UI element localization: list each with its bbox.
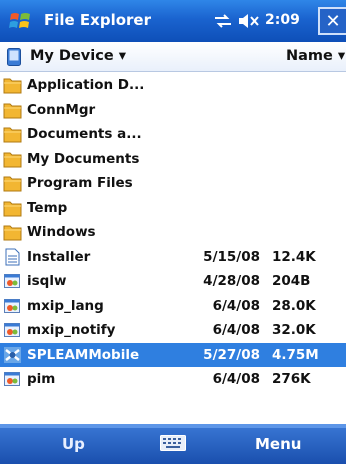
folder-row[interactable]: My Documents <box>0 147 346 172</box>
folder-row[interactable]: Documents a... <box>0 122 346 147</box>
file-name: pim <box>27 371 56 387</box>
file-name: Application D... <box>27 77 145 93</box>
file-name: ConnMgr <box>27 101 96 118</box>
file-row[interactable]: pim 6/4/08 276K <box>0 367 346 392</box>
clock[interactable]: 2:09 <box>265 12 300 28</box>
folder-row[interactable]: Temp <box>0 196 346 221</box>
file-date: 5/15/08 <box>203 248 260 265</box>
file-name: My Documents <box>27 150 140 167</box>
program-icon <box>3 370 22 388</box>
list-header: My Device ▾ Name ▾ <box>0 42 346 72</box>
program-icon <box>3 297 22 315</box>
app-icon <box>3 346 22 364</box>
program-icon <box>3 321 22 339</box>
folder-icon <box>3 76 22 94</box>
file-row[interactable]: SPLEAMMobile 5/27/08 4.75M <box>0 342 346 367</box>
folder-row[interactable]: Application D... <box>0 73 346 98</box>
folder-icon <box>3 174 22 192</box>
connectivity-icon[interactable] <box>214 14 232 28</box>
file-size: 12.4K <box>272 248 316 265</box>
sort-dropdown[interactable]: Name ▾ <box>286 48 345 64</box>
volume-icon[interactable] <box>238 13 260 29</box>
folder-icon <box>3 101 22 119</box>
file-size: 276K <box>272 371 311 387</box>
file-name: mxip_lang <box>27 297 104 314</box>
file-name: Windows <box>27 224 96 240</box>
file-name: Temp <box>27 199 68 216</box>
file-name: SPLEAMMobile <box>27 346 140 363</box>
file-row[interactable]: Installer 5/15/08 12.4K <box>0 245 346 270</box>
folder-icon <box>3 223 22 241</box>
file-name: mxip_notify <box>27 322 116 338</box>
folder-dropdown[interactable]: My Device ▾ <box>30 48 126 64</box>
folder-icon <box>3 150 22 168</box>
file-list: Application D... ConnMgr Documents a... My … <box>0 73 346 392</box>
program-icon <box>3 272 22 290</box>
folder-icon <box>3 199 22 217</box>
file-name: isqlw <box>27 273 67 289</box>
app-title: File Explorer <box>44 11 151 29</box>
menu-softkey[interactable]: Menu <box>255 435 301 453</box>
folder-row[interactable]: Windows <box>0 220 346 245</box>
file-size: 32.0K <box>272 322 316 338</box>
file-row[interactable]: mxip_lang 6/4/08 28.0K <box>0 294 346 319</box>
file-name: Program Files <box>27 175 133 191</box>
file-size: 204B <box>272 273 311 289</box>
file-name: Documents a... <box>27 126 142 142</box>
file-date: 5/27/08 <box>203 346 260 363</box>
file-date: 4/28/08 <box>203 273 260 289</box>
file-date: 6/4/08 <box>212 297 260 314</box>
file-row[interactable]: mxip_notify 6/4/08 32.0K <box>0 318 346 343</box>
document-icon <box>3 248 22 266</box>
keyboard-icon[interactable] <box>160 435 186 451</box>
file-date: 6/4/08 <box>212 371 260 387</box>
folder-icon <box>3 125 22 143</box>
menu-bar: Up Menu <box>0 424 346 464</box>
title-bar: File Explorer 2:09 ✕ <box>0 0 346 42</box>
folder-row[interactable]: Program Files <box>0 171 346 196</box>
file-date: 6/4/08 <box>212 322 260 338</box>
file-row[interactable]: isqlw 4/28/08 204B <box>0 269 346 294</box>
device-icon <box>7 48 21 66</box>
windows-start-icon[interactable] <box>8 9 33 33</box>
file-size: 4.75M <box>272 346 319 363</box>
file-name: Installer <box>27 248 91 265</box>
file-size: 28.0K <box>272 297 316 314</box>
up-softkey[interactable]: Up <box>62 435 85 453</box>
folder-row[interactable]: ConnMgr <box>0 98 346 123</box>
close-button[interactable]: ✕ <box>318 7 346 35</box>
